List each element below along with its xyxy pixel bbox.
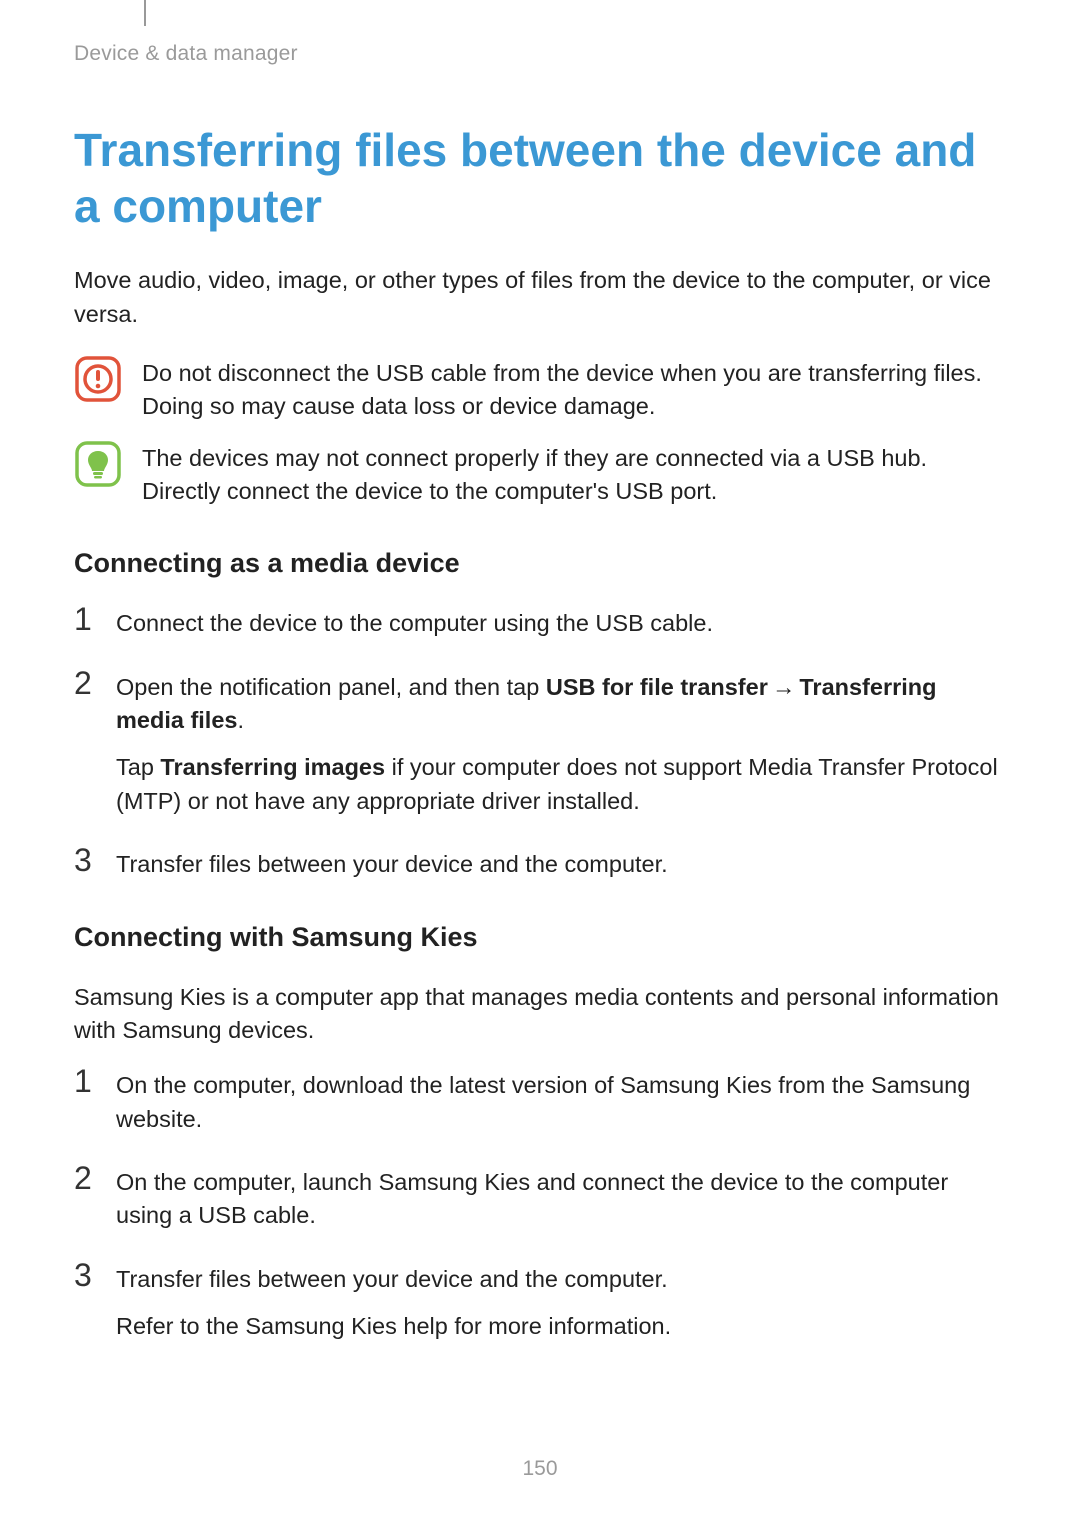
step-extra-prefix: Tap — [116, 754, 160, 780]
step-item: 2 On the computer, launch Samsung Kies a… — [74, 1166, 1006, 1233]
caution-icon — [74, 355, 122, 403]
ui-label-usb-transfer: USB for file transfer — [546, 674, 768, 700]
step-text: Open the notification panel, and then ta… — [116, 671, 1006, 818]
step-number: 2 — [74, 1162, 98, 1194]
step-extra-text: Refer to the Samsung Kies help for more … — [116, 1310, 671, 1343]
section-heading-samsung-kies: Connecting with Samsung Kies — [74, 922, 1006, 953]
ui-label-transferring-images: Transferring images — [160, 754, 385, 780]
note-callout: The devices may not connect properly if … — [74, 440, 1006, 509]
step-number: 3 — [74, 1259, 98, 1291]
page-number: 150 — [0, 1457, 1080, 1481]
top-tick-mark — [144, 0, 146, 26]
caution-text: Do not disconnect the USB cable from the… — [142, 355, 1006, 424]
step-text: Connect the device to the computer using… — [116, 607, 713, 640]
step-text: On the computer, download the latest ver… — [116, 1069, 1006, 1136]
step-number: 1 — [74, 1065, 98, 1097]
note-icon — [74, 440, 122, 488]
arrow-right-icon: → — [768, 674, 800, 700]
step-suffix: . — [237, 707, 244, 733]
section-heading-media-device: Connecting as a media device — [74, 548, 1006, 579]
step-item: 1 Connect the device to the computer usi… — [74, 607, 1006, 640]
page-title: Transferring files between the device an… — [74, 122, 1006, 234]
step-text: Transfer files between your device and t… — [116, 1263, 671, 1344]
note-text: The devices may not connect properly if … — [142, 440, 1006, 509]
step-text: On the computer, launch Samsung Kies and… — [116, 1166, 1006, 1233]
manual-page: Device & data manager Transferring files… — [0, 0, 1080, 1527]
caution-callout: Do not disconnect the USB cable from the… — [74, 355, 1006, 424]
section-intro: Samsung Kies is a computer app that mana… — [74, 981, 1006, 1048]
step-item: 3 Transfer files between your device and… — [74, 848, 1006, 881]
step-prefix: Open the notification panel, and then ta… — [116, 674, 546, 700]
breadcrumb: Device & data manager — [74, 42, 1006, 66]
step-number: 1 — [74, 603, 98, 635]
step-item: 1 On the computer, download the latest v… — [74, 1069, 1006, 1136]
step-item: 2 Open the notification panel, and then … — [74, 671, 1006, 818]
step-number: 3 — [74, 844, 98, 876]
step-number: 2 — [74, 667, 98, 699]
step-item: 3 Transfer files between your device and… — [74, 1263, 1006, 1344]
step-main-text: Transfer files between your device and t… — [116, 1263, 671, 1296]
step-text: Transfer files between your device and t… — [116, 848, 668, 881]
intro-paragraph: Move audio, video, image, or other types… — [74, 264, 1006, 331]
